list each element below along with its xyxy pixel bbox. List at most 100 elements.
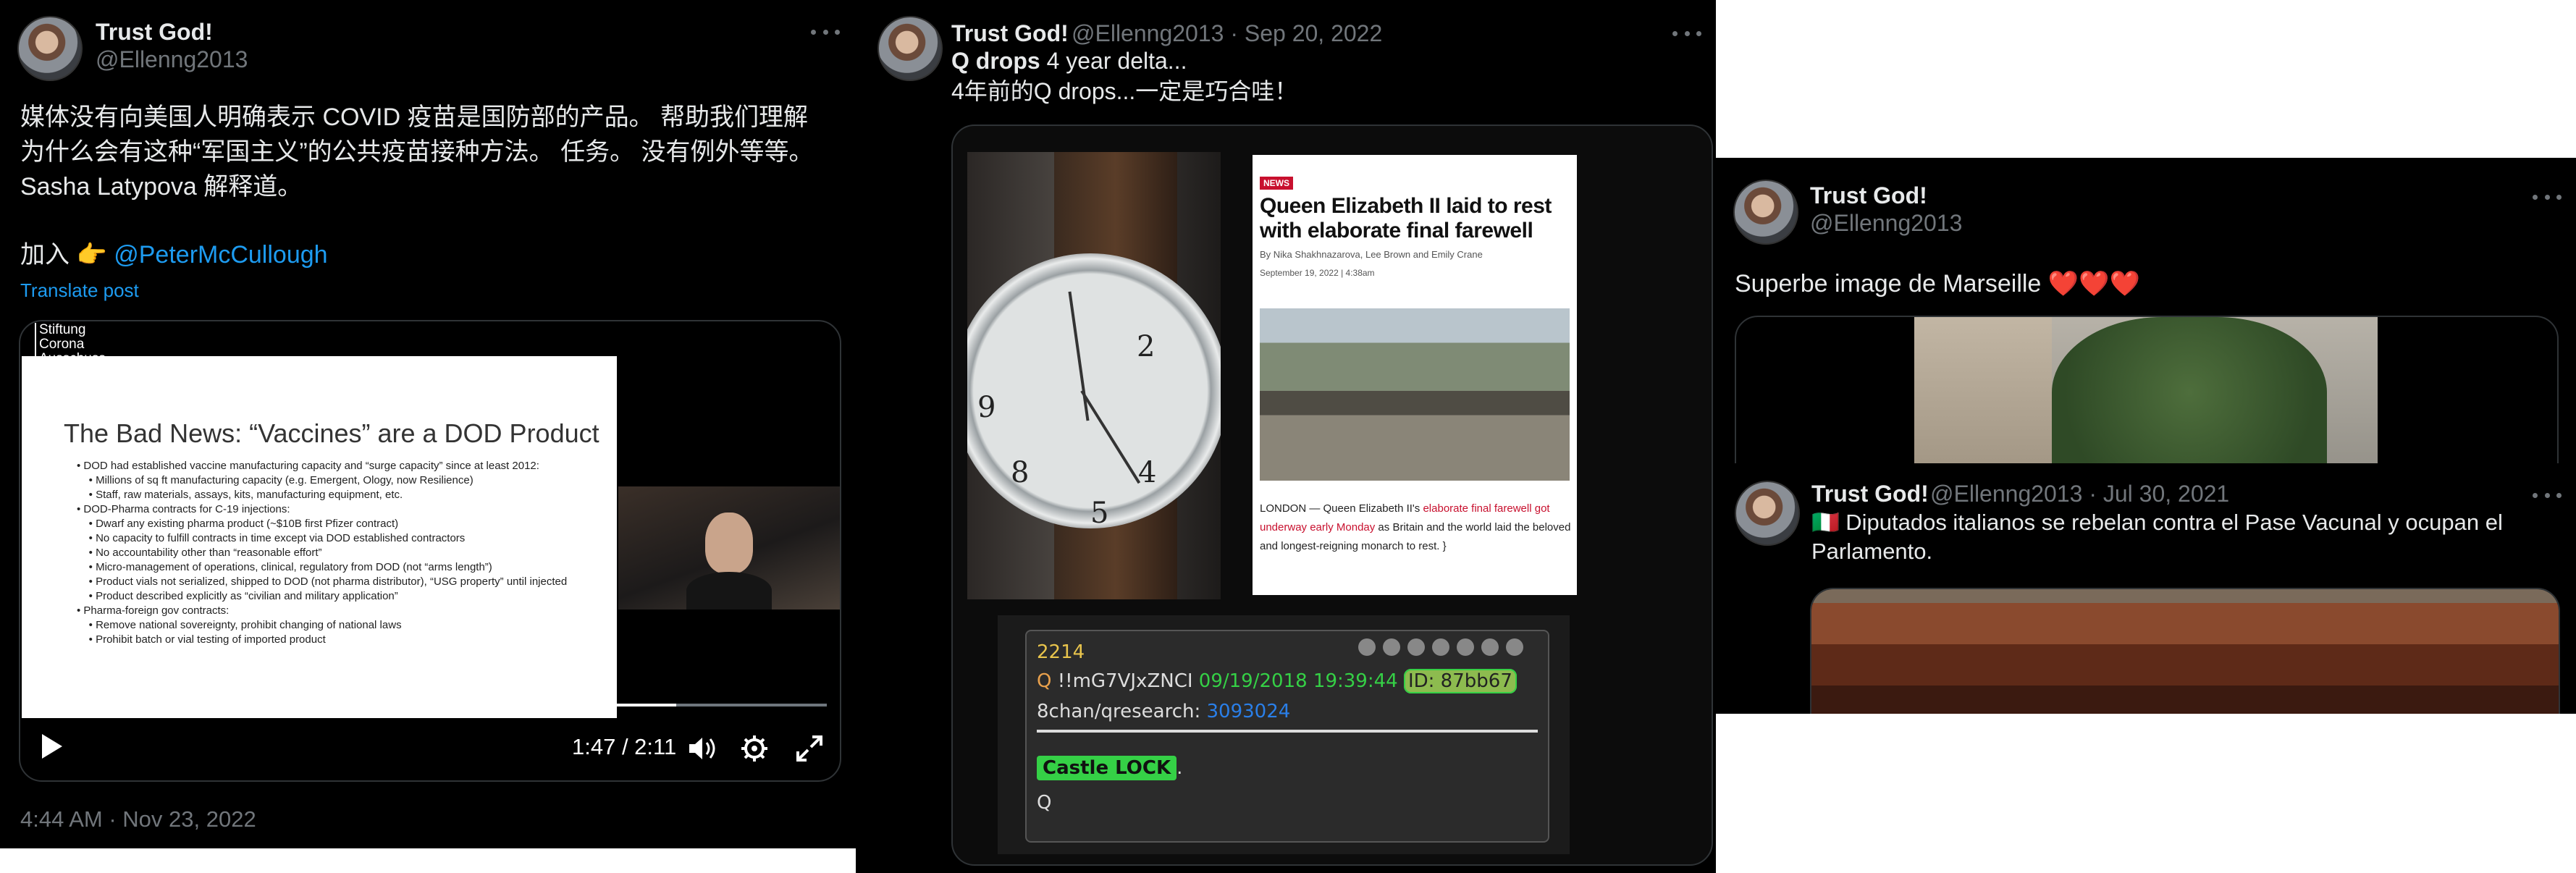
slide-bullet: • DOD had established vaccine manufactur… <box>77 460 539 472</box>
slide-bullet: • Micro-management of operations, clinic… <box>77 561 492 573</box>
more-icon[interactable] <box>811 28 840 36</box>
volume-icon[interactable] <box>686 734 718 763</box>
more-icon[interactable] <box>2533 193 2562 201</box>
author-handle[interactable]: @Ellenng2013 <box>1930 481 2082 507</box>
author-handle-date[interactable]: @Ellenng2013 · Sep 20, 2022 <box>1072 20 1382 47</box>
join-text: 加入 👉 <box>20 241 107 269</box>
slide-title: The Bad News: “Vaccines” are a DOD Produ… <box>64 418 599 448</box>
avatar[interactable] <box>17 16 83 81</box>
progress-track[interactable] <box>35 704 827 707</box>
video-slide: The Bad News: “Vaccines” are a DOD Produ… <box>22 356 617 718</box>
tweet-text: 🇮🇹 Diputados italianos se rebelan contra… <box>1811 508 2557 566</box>
title-rest: 4 year delta... <box>1040 48 1187 74</box>
watch-numeral: 9 <box>977 391 996 424</box>
avatar[interactable] <box>1733 180 1798 245</box>
qpost-id: ID: 87bb67 <box>1403 669 1517 693</box>
play-icon[interactable] <box>42 734 62 759</box>
qpost-datetime: 09/19/2018 19:39:44 <box>1198 670 1398 692</box>
news-body-text: LONDON — Queen Elizabeth II's <box>1260 502 1423 515</box>
tweet-panel-1: Trust God! @Ellenng2013 媒体没有向美国人明确表示 COV… <box>0 0 856 848</box>
news-photo <box>1260 308 1570 481</box>
building <box>1914 317 2052 463</box>
slide-bullet: • No capacity to fulfill contracts in ti… <box>77 532 466 544</box>
slide-bullet: • DOD-Pharma contracts for C-19 injectio… <box>77 503 290 515</box>
post-date[interactable]: · Jul 30, 2021 <box>2089 481 2229 507</box>
author-handle-date[interactable]: @Ellenng2013 · Jul 30, 2021 <box>1930 481 2229 507</box>
news-headline: Queen Elizabeth II laid to rest with ela… <box>1260 194 1552 242</box>
tweet-text-content: Superbe image de Marseille <box>1735 270 2042 298</box>
heart-icon: ❤️❤️❤️ <box>2047 270 2140 298</box>
tweet-title: Q drops 4 year delta... <box>951 46 1187 75</box>
author-handle[interactable]: @Ellenng2013 <box>96 46 248 73</box>
qpost-toolbar <box>1358 638 1523 656</box>
settings-icon[interactable] <box>740 734 769 763</box>
image-collage[interactable]: 2 4 5 8 9 NEWS Queen Elizabeth II laid t… <box>951 125 1713 866</box>
mention-link[interactable]: @PeterMcCullough <box>114 241 327 269</box>
watermark-line: Ausschuss <box>39 351 106 366</box>
speaker-figure <box>705 513 753 573</box>
author-name[interactable]: Trust God! <box>1810 182 1927 209</box>
video-player[interactable]: The Bad News: “Vaccines” are a DOD Produ… <box>19 320 841 782</box>
qpost-ref[interactable]: 3093024 <box>1207 701 1291 722</box>
video-time: 1:47 / 2:11 <box>572 734 677 759</box>
news-body: LONDON — Queen Elizabeth II's elaborate … <box>1260 502 1571 552</box>
parliament-scene <box>1811 589 2559 714</box>
slide-bullet: • Product described explicitly as “civil… <box>77 590 398 602</box>
italy-flag-icon: 🇮🇹 <box>1811 510 1840 535</box>
watermark-line: Corona <box>39 337 85 352</box>
join-line: 加入 👉 @PeterMcCullough <box>20 237 328 272</box>
author-handle[interactable]: @Ellenng2013 <box>1810 210 1962 237</box>
translate-link[interactable]: Translate post <box>20 279 139 302</box>
watch-photo: 2 4 5 8 9 <box>967 152 1221 599</box>
qpost-castle-lock: Castle LOCK <box>1037 756 1177 780</box>
tweet-subtitle: 4年前的Q drops...一定是巧合哇！ <box>951 78 1298 104</box>
watch-numeral: 4 <box>1138 456 1157 489</box>
qpost-screenshot: 2214 Q !!mG7VJxZNCI 09/19/2018 19:39:44 … <box>998 615 1570 854</box>
news-byline: By Nika Shakhnazarova, Lee Brown and Emi… <box>1260 249 1483 260</box>
qpost-sign: Q <box>1037 792 1052 814</box>
more-icon[interactable] <box>2533 491 2562 499</box>
progress-fill <box>35 704 677 707</box>
avatar[interactable] <box>877 16 943 81</box>
tweet-panel-4: Trust God! @Ellenng2013 · Jul 30, 2021 🇮… <box>1716 463 2576 714</box>
author-name[interactable]: Trust God! <box>96 19 213 46</box>
post-timestamp[interactable]: 4:44 AM · Nov 23, 2022 <box>20 806 256 832</box>
qpost-divider <box>1037 730 1538 733</box>
watch-numeral: 5 <box>1090 497 1109 530</box>
qpost-trip: !!mG7VJxZNCI <box>1057 670 1193 692</box>
watermark: Stiftung Corona Ausschuss <box>35 323 106 366</box>
watermark-line: Stiftung <box>39 322 86 337</box>
qpost-header: Q !!mG7VJxZNCI 09/19/2018 19:39:44 ID: 8… <box>1037 669 1517 693</box>
tree <box>2052 317 2327 463</box>
marseille-image[interactable] <box>1735 316 2559 463</box>
slide-bullet: • No accountability other than “reasonab… <box>77 547 322 559</box>
fullscreen-icon[interactable] <box>795 734 824 763</box>
speaker-webcam <box>618 486 840 610</box>
parliament-video[interactable] <box>1810 588 2560 714</box>
qpost-q: Q <box>1037 670 1052 692</box>
qpost-dot: . <box>1177 757 1183 779</box>
slide-bullet: • Prohibit batch or vial testing of impo… <box>77 633 326 646</box>
tweet-text-line: 媒体没有向美国人明确表示 COVID 疫苗是国防部的产品。 帮助我们理解 <box>20 104 809 131</box>
slide-bullet: • Millions of sq ft manufacturing capaci… <box>77 474 473 486</box>
tweet-panel-3: Trust God! @Ellenng2013 Superbe image de… <box>1716 158 2576 463</box>
avatar[interactable] <box>1735 481 1800 546</box>
qpost-card: 2214 Q !!mG7VJxZNCI 09/19/2018 19:39:44 … <box>1025 630 1549 843</box>
slide-bullet: • Staff, raw materials, assays, kits, ma… <box>77 489 403 501</box>
news-tag: NEWS <box>1260 177 1293 190</box>
tweet-text-line: Sasha Latypova 解释道。 <box>20 173 303 201</box>
watch-numeral: 8 <box>1011 456 1030 489</box>
post-date[interactable]: · Sep 20, 2022 <box>1230 20 1382 46</box>
qpost-board-name: 8chan/qresearch: <box>1037 701 1201 722</box>
qpost-number: 2214 <box>1037 641 1085 663</box>
author-name[interactable]: Trust God! <box>951 20 1069 47</box>
author-name[interactable]: Trust God! <box>1811 481 1929 507</box>
news-article: NEWS Queen Elizabeth II laid to rest wit… <box>1253 155 1577 595</box>
more-icon[interactable] <box>1672 29 1701 38</box>
speaker-body <box>686 572 772 610</box>
slide-bullet: • Pharma-foreign gov contracts: <box>77 604 230 617</box>
watch-numeral: 2 <box>1137 330 1156 363</box>
tweet-panel-2: Trust God! @Ellenng2013 · Sep 20, 2022 Q… <box>856 0 1716 873</box>
tweet-text: Superbe image de Marseille ❤️❤️❤️ <box>1735 266 2140 301</box>
author-handle[interactable]: @Ellenng2013 <box>1072 20 1224 46</box>
